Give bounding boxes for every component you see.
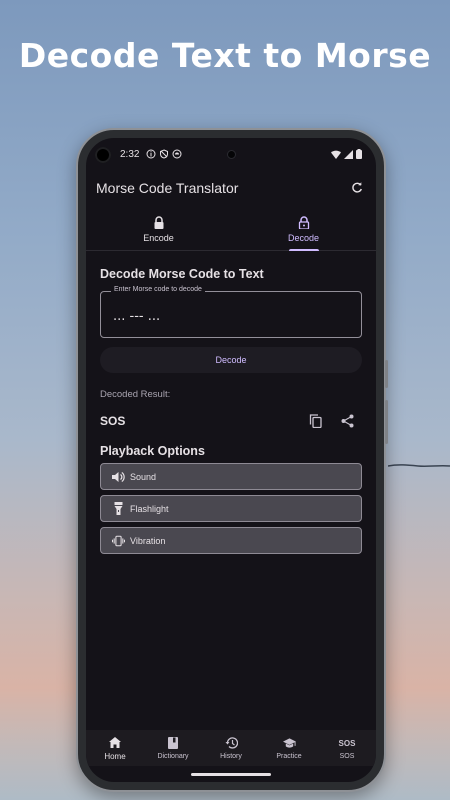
info-icon — [146, 149, 156, 159]
flashlight-button[interactable]: Flashlight — [100, 495, 362, 522]
book-icon — [168, 737, 178, 749]
school-icon — [282, 737, 296, 748]
decoded-result-value: SOS — [100, 414, 126, 428]
volume-icon — [112, 471, 125, 482]
signal-icon — [344, 149, 353, 159]
nav-item-sos[interactable]: SOS SOS — [318, 730, 376, 766]
vibration-button[interactable]: Vibration — [100, 527, 362, 554]
shield-icon — [160, 149, 169, 159]
app-title: Morse Code Translator — [96, 180, 239, 196]
decode-panel: Decode Morse Code to Text Enter Morse co… — [100, 251, 362, 554]
tab-decode[interactable]: Decode — [231, 208, 376, 251]
nav-label-history: History — [220, 752, 242, 760]
result-actions — [308, 414, 362, 428]
nav-label-home: Home — [104, 751, 126, 761]
sound-button[interactable]: Sound — [100, 463, 362, 490]
nav-item-history[interactable]: History — [202, 730, 260, 766]
nav-item-dictionary[interactable]: Dictionary — [144, 730, 202, 766]
vibration-label: Vibration — [130, 535, 166, 546]
bottom-navigation: Home Dictionary History Practice SOS SOS — [86, 730, 376, 766]
battery-icon — [356, 149, 362, 159]
nav-item-home[interactable]: Home — [86, 730, 144, 766]
sound-label: Sound — [130, 471, 157, 482]
phone-side-button — [385, 400, 388, 444]
bird-silhouette — [388, 464, 450, 468]
decoded-result-label: Decoded Result: — [100, 389, 171, 400]
wifi-icon — [331, 150, 341, 159]
tab-bar: Encode Decode — [86, 208, 376, 251]
gesture-home-bar[interactable] — [191, 773, 271, 776]
decoded-result-row: SOS — [100, 413, 362, 429]
nav-label-practice: Practice — [276, 752, 302, 760]
sos-icon: SOS — [338, 738, 356, 748]
status-bar: 2:32 — [86, 138, 376, 170]
lock-closed-icon — [154, 215, 163, 229]
refresh-icon — [352, 182, 362, 193]
section-title: Decode Morse Code to Text — [100, 267, 264, 281]
phone-side-button — [385, 360, 388, 388]
decode-button[interactable]: Decode — [100, 347, 362, 373]
lock-open-icon — [298, 215, 309, 229]
playback-title: Playback Options — [100, 444, 205, 458]
promo-headline: Decode Text to Morse — [18, 36, 432, 75]
tab-encode-label: Encode — [143, 232, 174, 243]
morse-input[interactable] — [113, 309, 349, 324]
nav-item-practice[interactable]: Practice — [260, 730, 318, 766]
morse-input-field[interactable]: Enter Morse code to decode — [100, 286, 362, 338]
tab-encode[interactable]: Encode — [86, 208, 231, 250]
morse-input-label: Enter Morse code to decode — [111, 286, 205, 293]
app-bar: Morse Code Translator — [86, 170, 376, 206]
status-time: 2:32 — [120, 148, 140, 160]
refresh-button[interactable] — [348, 179, 366, 197]
share-icon — [341, 414, 353, 428]
vibration-icon — [112, 535, 125, 546]
history-icon — [225, 737, 238, 749]
share-button[interactable] — [340, 414, 354, 428]
tab-decode-label: Decode — [287, 232, 320, 243]
nav-label-sos: SOS — [339, 752, 355, 760]
notification-app-icon — [172, 149, 182, 159]
nav-label-dictionary: Dictionary — [157, 752, 189, 760]
flashlight-label: Flashlight — [130, 503, 169, 514]
flashlight-icon — [114, 502, 123, 515]
copy-icon — [309, 414, 322, 428]
home-icon — [109, 736, 121, 748]
phone-screen: 2:32 Morse Code Translator Encode Decode… — [86, 138, 376, 782]
copy-button[interactable] — [308, 414, 322, 428]
